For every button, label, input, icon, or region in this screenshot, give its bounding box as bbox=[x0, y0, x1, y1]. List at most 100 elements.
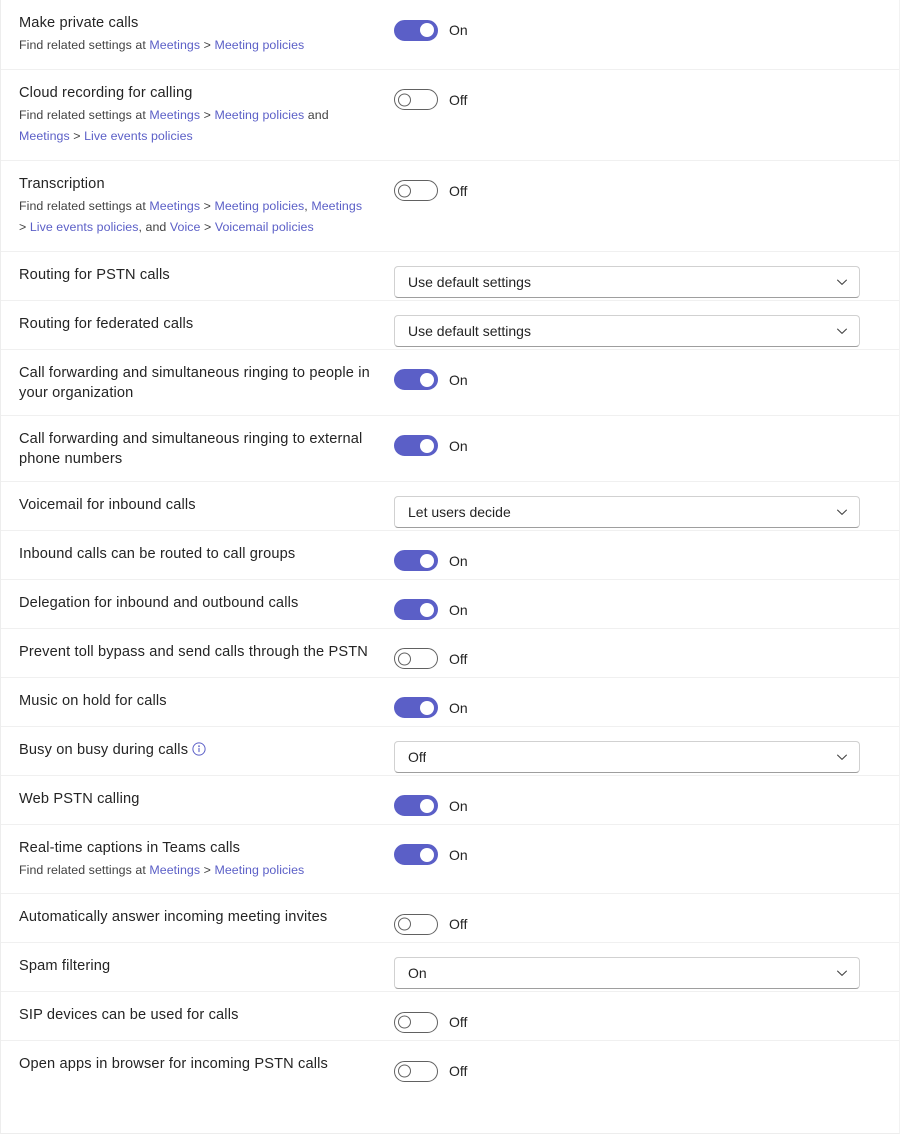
row-title: Delegation for inbound and outbound call… bbox=[19, 593, 370, 613]
row-description: Find related settings at Meetings > Meet… bbox=[19, 35, 370, 57]
row-title-text: Routing for federated calls bbox=[19, 316, 193, 332]
toggle-state-label: Off bbox=[449, 649, 467, 669]
toggle-state-label: On bbox=[449, 698, 468, 718]
info-icon[interactable] bbox=[192, 742, 206, 756]
related-settings-link[interactable]: Meetings bbox=[149, 199, 200, 213]
toggle-delegation-inbound-outbound[interactable] bbox=[394, 599, 438, 620]
row-control-cell: On bbox=[394, 531, 881, 579]
related-settings-link[interactable]: Live events policies bbox=[84, 129, 193, 143]
row-label-cell: SIP devices can be used for calls bbox=[19, 992, 394, 1037]
related-settings-link[interactable]: Meetings bbox=[19, 129, 70, 143]
toggle-group: Off bbox=[394, 648, 467, 669]
chevron-down-icon bbox=[836, 967, 848, 979]
row-label-cell: Inbound calls can be routed to call grou… bbox=[19, 531, 394, 576]
settings-row-sip-devices: SIP devices can be used for calls Off bbox=[1, 992, 899, 1041]
dropdown-busy-on-busy[interactable]: Off bbox=[394, 741, 860, 773]
row-control-cell: Use default settings bbox=[394, 252, 881, 300]
row-control-cell: Off bbox=[394, 629, 881, 677]
dropdown-selected-value: On bbox=[408, 963, 427, 983]
toggle-group: Off bbox=[394, 180, 467, 201]
related-settings-link[interactable]: Meeting policies bbox=[214, 38, 304, 52]
row-title: Busy on busy during calls bbox=[19, 740, 370, 760]
toggle-cloud-recording-for-calling[interactable] bbox=[394, 89, 438, 110]
settings-row-call-forwarding-internal: Call forwarding and simultaneous ringing… bbox=[1, 350, 899, 416]
dropdown-spam-filtering[interactable]: On bbox=[394, 957, 860, 989]
related-settings-link[interactable]: Meetings bbox=[149, 863, 200, 877]
toggle-music-on-hold[interactable] bbox=[394, 697, 438, 718]
related-settings-link[interactable]: Voicemail policies bbox=[215, 220, 314, 234]
toggle-inbound-calls-call-groups[interactable] bbox=[394, 550, 438, 571]
dropdown-routing-for-pstn-calls[interactable]: Use default settings bbox=[394, 266, 860, 298]
toggle-real-time-captions[interactable] bbox=[394, 844, 438, 865]
toggle-state-label: Off bbox=[449, 1061, 467, 1081]
toggle-sip-devices[interactable] bbox=[394, 1012, 438, 1033]
row-title-text: Automatically answer incoming meeting in… bbox=[19, 909, 327, 925]
toggle-knob bbox=[420, 848, 434, 862]
row-title-text: Call forwarding and simultaneous ringing… bbox=[19, 365, 370, 401]
related-settings-link[interactable]: Meetings bbox=[311, 199, 362, 213]
row-label-cell: Call forwarding and simultaneous ringing… bbox=[19, 350, 394, 415]
toggle-group: On bbox=[394, 844, 468, 865]
toggle-knob bbox=[420, 439, 434, 453]
row-label-cell: TranscriptionFind related settings at Me… bbox=[19, 161, 394, 251]
dropdown-selected-value: Use default settings bbox=[408, 272, 531, 292]
toggle-make-private-calls[interactable] bbox=[394, 20, 438, 41]
row-control-cell: On bbox=[394, 678, 881, 726]
toggle-group: On bbox=[394, 795, 468, 816]
toggle-open-apps-in-browser[interactable] bbox=[394, 1061, 438, 1082]
row-title-text: Inbound calls can be routed to call grou… bbox=[19, 546, 295, 562]
toggle-group: Off bbox=[394, 1061, 467, 1082]
toggle-transcription[interactable] bbox=[394, 180, 438, 201]
description-text: > bbox=[200, 199, 214, 213]
settings-row-inbound-calls-call-groups: Inbound calls can be routed to call grou… bbox=[1, 531, 899, 580]
toggle-state-label: Off bbox=[449, 181, 467, 201]
dropdown-selected-value: Let users decide bbox=[408, 502, 511, 522]
toggle-call-forwarding-external[interactable] bbox=[394, 435, 438, 456]
settings-row-routing-for-federated-calls: Routing for federated calls Use default s… bbox=[1, 301, 899, 350]
row-label-cell: Routing for PSTN calls bbox=[19, 252, 394, 297]
description-text: > bbox=[201, 220, 215, 234]
description-text: > bbox=[200, 108, 214, 122]
toggle-web-pstn-calling[interactable] bbox=[394, 795, 438, 816]
row-title: Cloud recording for calling bbox=[19, 83, 370, 103]
row-title: Music on hold for calls bbox=[19, 691, 370, 711]
row-label-cell: Delegation for inbound and outbound call… bbox=[19, 580, 394, 625]
related-settings-link[interactable]: Meetings bbox=[149, 108, 200, 122]
toggle-auto-answer-meeting-invites[interactable] bbox=[394, 914, 438, 935]
settings-row-prevent-toll-bypass: Prevent toll bypass and send calls throu… bbox=[1, 629, 899, 678]
toggle-group: On bbox=[394, 697, 468, 718]
row-description: Find related settings at Meetings > Meet… bbox=[19, 105, 370, 148]
related-settings-link[interactable]: Meeting policies bbox=[214, 199, 304, 213]
row-label-cell: Busy on busy during calls bbox=[19, 727, 394, 772]
toggle-knob bbox=[420, 701, 434, 715]
toggle-call-forwarding-internal[interactable] bbox=[394, 369, 438, 390]
settings-row-list: Make private callsFind related settings … bbox=[1, 0, 899, 1089]
row-title-text: Prevent toll bypass and send calls throu… bbox=[19, 644, 368, 660]
related-settings-link[interactable]: Meetings bbox=[149, 38, 200, 52]
toggle-prevent-toll-bypass[interactable] bbox=[394, 648, 438, 669]
row-title: Spam filtering bbox=[19, 956, 370, 976]
settings-row-delegation-inbound-outbound: Delegation for inbound and outbound call… bbox=[1, 580, 899, 629]
related-settings-link[interactable]: Meeting policies bbox=[214, 863, 304, 877]
row-label-cell: Real-time captions in Teams callsFind re… bbox=[19, 825, 394, 894]
row-control-cell: Let users decide bbox=[394, 482, 881, 530]
dropdown-voicemail-for-inbound-calls[interactable]: Let users decide bbox=[394, 496, 860, 528]
settings-row-cloud-recording-for-calling: Cloud recording for callingFind related … bbox=[1, 70, 899, 161]
related-settings-link[interactable]: Meeting policies bbox=[214, 108, 304, 122]
row-title: Prevent toll bypass and send calls throu… bbox=[19, 642, 370, 662]
toggle-state-label: Off bbox=[449, 1012, 467, 1032]
row-title: Transcription bbox=[19, 174, 370, 194]
row-control-cell: Off bbox=[394, 727, 881, 775]
toggle-knob bbox=[420, 799, 434, 813]
toggle-knob bbox=[398, 918, 411, 931]
dropdown-routing-for-federated-calls[interactable]: Use default settings bbox=[394, 315, 860, 347]
toggle-group: On bbox=[394, 20, 468, 41]
toggle-state-label: On bbox=[449, 20, 468, 40]
toggle-knob bbox=[420, 554, 434, 568]
related-settings-link[interactable]: Voice bbox=[170, 220, 201, 234]
settings-row-open-apps-in-browser: Open apps in browser for incoming PSTN c… bbox=[1, 1041, 899, 1089]
settings-row-busy-on-busy: Busy on busy during calls Off bbox=[1, 727, 899, 776]
related-settings-link[interactable]: Live events policies bbox=[30, 220, 139, 234]
description-text: > bbox=[70, 129, 84, 143]
chevron-down-icon bbox=[836, 751, 848, 763]
